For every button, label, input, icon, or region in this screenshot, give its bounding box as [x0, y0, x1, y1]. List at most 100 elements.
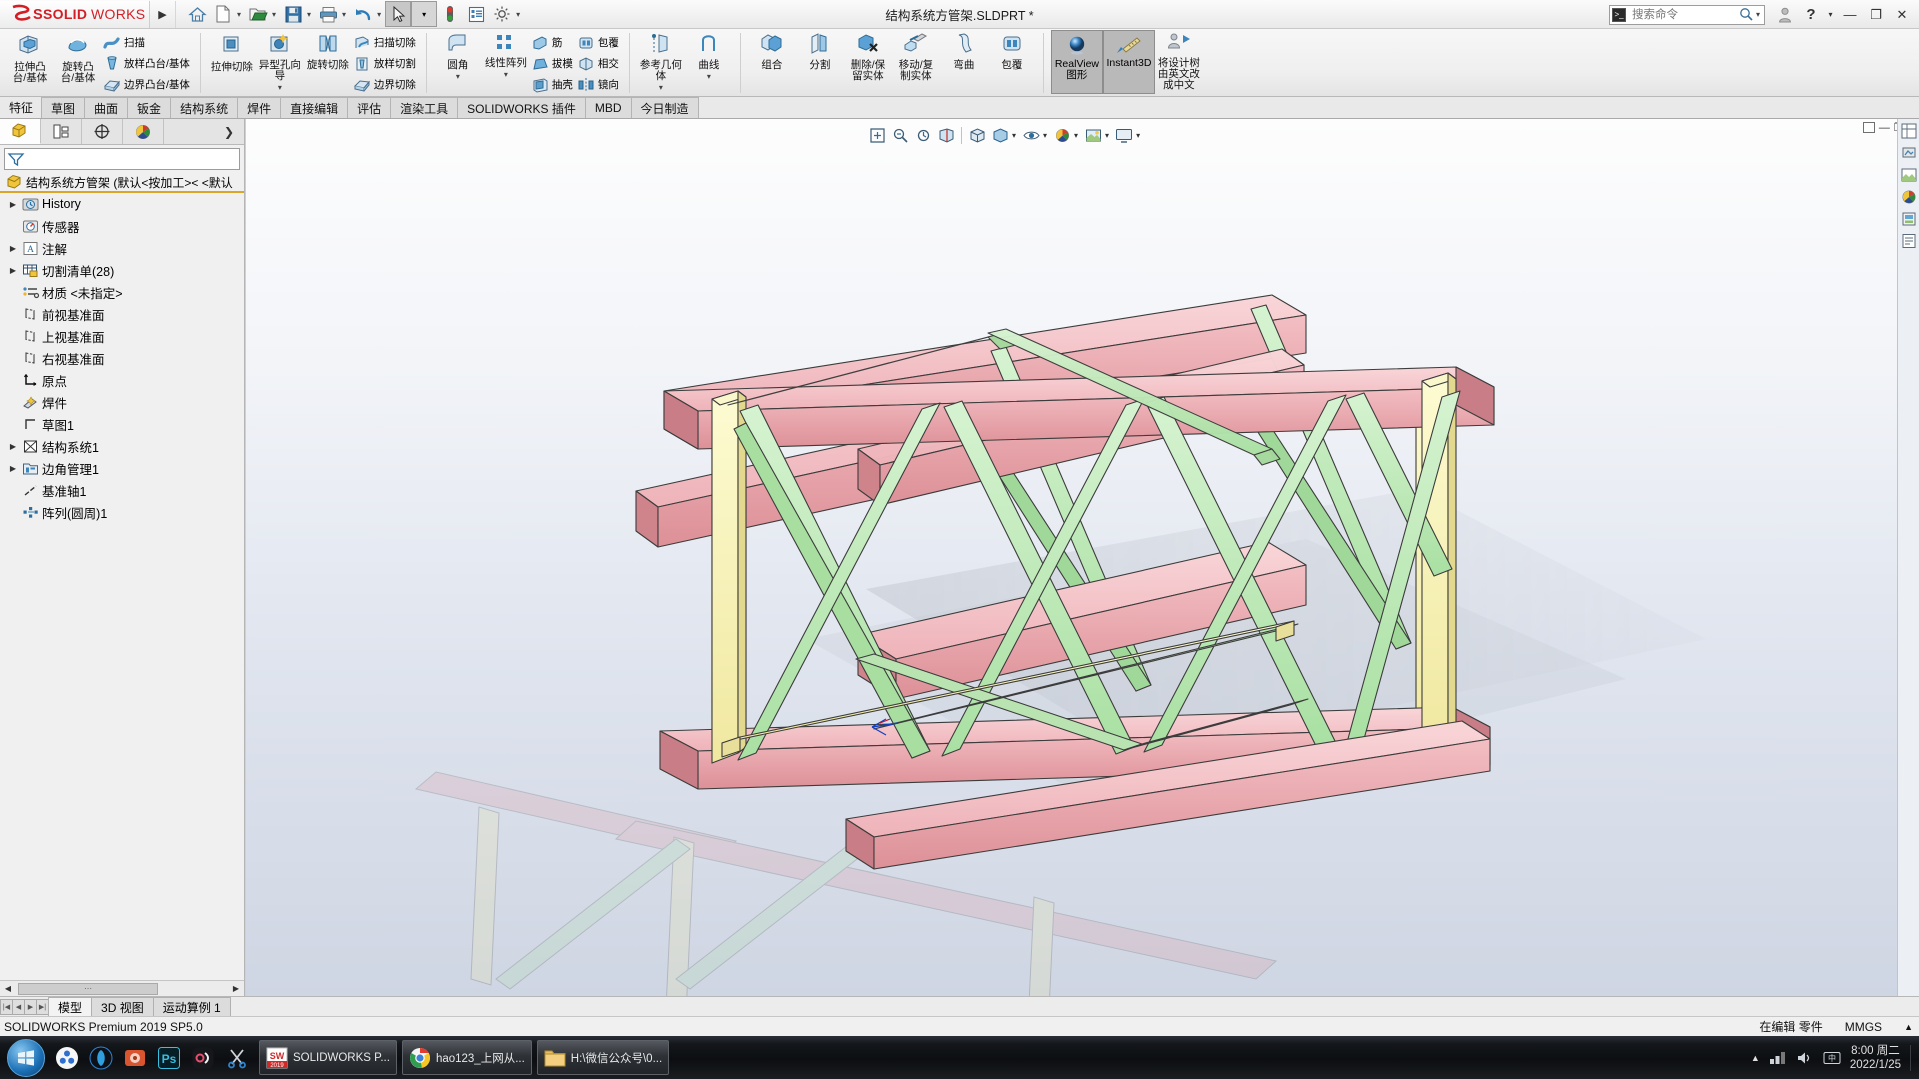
- taskbar-window-solidworks[interactable]: SW 2019 SOLIDWORKS P...: [259, 1040, 397, 1075]
- configuration-manager-tab[interactable]: [82, 119, 123, 144]
- hole-wizard-button[interactable]: 异型孔向导 ▾: [256, 30, 304, 93]
- lofted-cut-button[interactable]: 放样切割: [352, 53, 419, 74]
- tree-item-axis1[interactable]: 基准轴1: [0, 479, 244, 501]
- revolve-cut-button[interactable]: 旋转切除: [304, 30, 352, 71]
- help-icon[interactable]: ?: [1798, 2, 1824, 28]
- model-3d-frame[interactable]: Y X Z: [246, 119, 1919, 996]
- tab-sketch[interactable]: 草图: [41, 97, 86, 118]
- view-palette-icon[interactable]: [1900, 122, 1918, 140]
- tab-evaluate[interactable]: 评估: [347, 97, 392, 118]
- reference-geometry-button[interactable]: 参考几何体 ▾: [637, 30, 685, 93]
- taskbar-window-folder[interactable]: H:\微信公众号\0...: [536, 1040, 670, 1075]
- sweep-button[interactable]: 扫描: [102, 32, 193, 53]
- feature-manager-tab[interactable]: [0, 119, 41, 144]
- search-icon[interactable]: [1739, 7, 1754, 22]
- display-style-icon[interactable]: [989, 124, 1011, 146]
- display-style-caret[interactable]: ▾: [1012, 131, 1019, 140]
- edit-appearance-caret[interactable]: ▾: [1074, 131, 1081, 140]
- snip-icon[interactable]: [220, 1039, 254, 1077]
- tab-manufacture-today[interactable]: 今日制造: [630, 97, 699, 118]
- tree-item-front-plane[interactable]: 前视基准面: [0, 303, 244, 325]
- move-copy-body-button[interactable]: 移动/复制实体: [892, 30, 940, 82]
- undo-caret[interactable]: ▾: [376, 10, 385, 19]
- realview-graphics-toggle[interactable]: RealView 图形: [1050, 30, 1103, 94]
- select-cursor-icon[interactable]: [385, 1, 412, 27]
- delete-keep-body-button[interactable]: 删除/保留实体: [844, 30, 892, 82]
- tree-item-sketch1[interactable]: 草图1: [0, 413, 244, 435]
- print-icon[interactable]: [315, 1, 341, 27]
- hide-show-items-caret[interactable]: ▾: [1043, 131, 1050, 140]
- lights-icon[interactable]: [1900, 210, 1918, 228]
- user-icon[interactable]: [1772, 2, 1798, 28]
- tree-horizontal-scrollbar[interactable]: ◀ ⋯ ▶: [0, 980, 244, 996]
- tree-item-structure-system1[interactable]: ▶ 结构系统1: [0, 435, 244, 457]
- gear-caret[interactable]: ▾: [515, 10, 524, 19]
- mirror-button[interactable]: 镜向: [576, 74, 622, 95]
- tray-expand-icon[interactable]: ▲: [1751, 1053, 1760, 1063]
- curves-button[interactable]: 曲线 ▾: [685, 30, 733, 82]
- help-caret[interactable]: ▾: [1824, 2, 1837, 28]
- tree-item-material[interactable]: 材质 <未指定>: [0, 281, 244, 303]
- tree-root-item[interactable]: 结构系统方管架 (默认<按加工>< <默认: [0, 173, 244, 193]
- swept-cut-button[interactable]: 扫描切除: [352, 32, 419, 53]
- intersect-button[interactable]: 相交: [576, 53, 622, 74]
- tree-item-circular-pattern1[interactable]: 阵列(圆周)1: [0, 501, 244, 523]
- taskbar-window-chrome[interactable]: hao123_上网从...: [401, 1040, 532, 1075]
- apply-scene-icon[interactable]: [1082, 124, 1104, 146]
- volume-icon[interactable]: [1796, 1050, 1814, 1066]
- previous-view-icon[interactable]: [912, 124, 934, 146]
- view-settings-icon[interactable]: [1113, 124, 1135, 146]
- tree-item-history[interactable]: ▶ History: [0, 193, 244, 215]
- tree-item-corner-management1[interactable]: ▶ 边角管理1: [0, 457, 244, 479]
- rebuild-icon[interactable]: [437, 1, 463, 27]
- open-document-icon[interactable]: [245, 1, 271, 27]
- tab-direct-editing[interactable]: 直接编辑: [280, 97, 349, 118]
- taskbar-clock[interactable]: 8:00 周二 2022/1/25: [1850, 1044, 1901, 1072]
- network-icon[interactable]: [1769, 1050, 1787, 1066]
- search-input[interactable]: [1630, 7, 1739, 22]
- section-view-icon[interactable]: [935, 124, 957, 146]
- boundary-cut-button[interactable]: 边界切除: [352, 74, 419, 95]
- decals-icon[interactable]: [1900, 188, 1918, 206]
- tree-item-top-plane[interactable]: 上视基准面: [0, 325, 244, 347]
- gear-icon[interactable]: [489, 1, 515, 27]
- fillet-caret[interactable]: ▾: [456, 71, 460, 82]
- tab-sheetmetal[interactable]: 钣金: [127, 97, 172, 118]
- close-button[interactable]: ✕: [1889, 2, 1915, 28]
- linear-pattern-button[interactable]: 线性阵列 ▾: [482, 30, 530, 80]
- flex-button[interactable]: 弯曲: [940, 30, 988, 71]
- explorer-icon[interactable]: [50, 1039, 84, 1077]
- tree-item-right-plane[interactable]: 右视基准面: [0, 347, 244, 369]
- tab-motion-study[interactable]: 运动算例 1: [152, 997, 231, 1016]
- shell-button[interactable]: 抽壳: [530, 74, 576, 95]
- boundary-boss-button[interactable]: 边界凸台/基体: [102, 74, 193, 95]
- tab-3d-views[interactable]: 3D 视图: [91, 997, 154, 1016]
- search-box[interactable]: >_ ▾: [1609, 4, 1765, 25]
- tree-item-origin[interactable]: 原点: [0, 369, 244, 391]
- tab-weldments[interactable]: 焊件: [237, 97, 282, 118]
- zoom-area-icon[interactable]: [889, 124, 911, 146]
- expand-arrow[interactable]: ▶: [6, 266, 20, 275]
- extrude-boss-button[interactable]: 拉伸凸台/基体: [6, 30, 54, 84]
- scroll-thumb[interactable]: ⋯: [18, 982, 158, 995]
- new-document-caret[interactable]: ▾: [236, 10, 245, 19]
- draft-button[interactable]: 拔模: [530, 53, 576, 74]
- tab-mbd[interactable]: MBD: [584, 97, 632, 118]
- save-icon[interactable]: [280, 1, 306, 27]
- curves-caret[interactable]: ▾: [707, 71, 711, 82]
- menu-expand-arrow[interactable]: ▶: [150, 0, 176, 28]
- view-orientation-icon[interactable]: [966, 124, 988, 146]
- hole-wizard-caret[interactable]: ▾: [278, 82, 282, 93]
- tree-item-annotations[interactable]: ▶ A 注解: [0, 237, 244, 259]
- maximize-button[interactable]: ❐: [1863, 2, 1889, 28]
- expand-arrow[interactable]: ▶: [6, 442, 20, 451]
- expand-arrow[interactable]: ▶: [6, 200, 20, 209]
- translate-tree-button[interactable]: 将设计树由英文改成中文: [1155, 30, 1203, 91]
- tree-item-weldment[interactable]: 焊件: [0, 391, 244, 413]
- graphics-viewport[interactable]: ▾ ▾ ▾ ▾ ▾ — ❐ ✕: [246, 119, 1919, 996]
- expand-arrow[interactable]: ▶: [6, 464, 20, 473]
- tree-item-sensors[interactable]: 传感器: [0, 215, 244, 237]
- combine-button[interactable]: 组合: [748, 30, 796, 71]
- minimize-button[interactable]: —: [1837, 2, 1863, 28]
- home-icon[interactable]: [184, 1, 210, 27]
